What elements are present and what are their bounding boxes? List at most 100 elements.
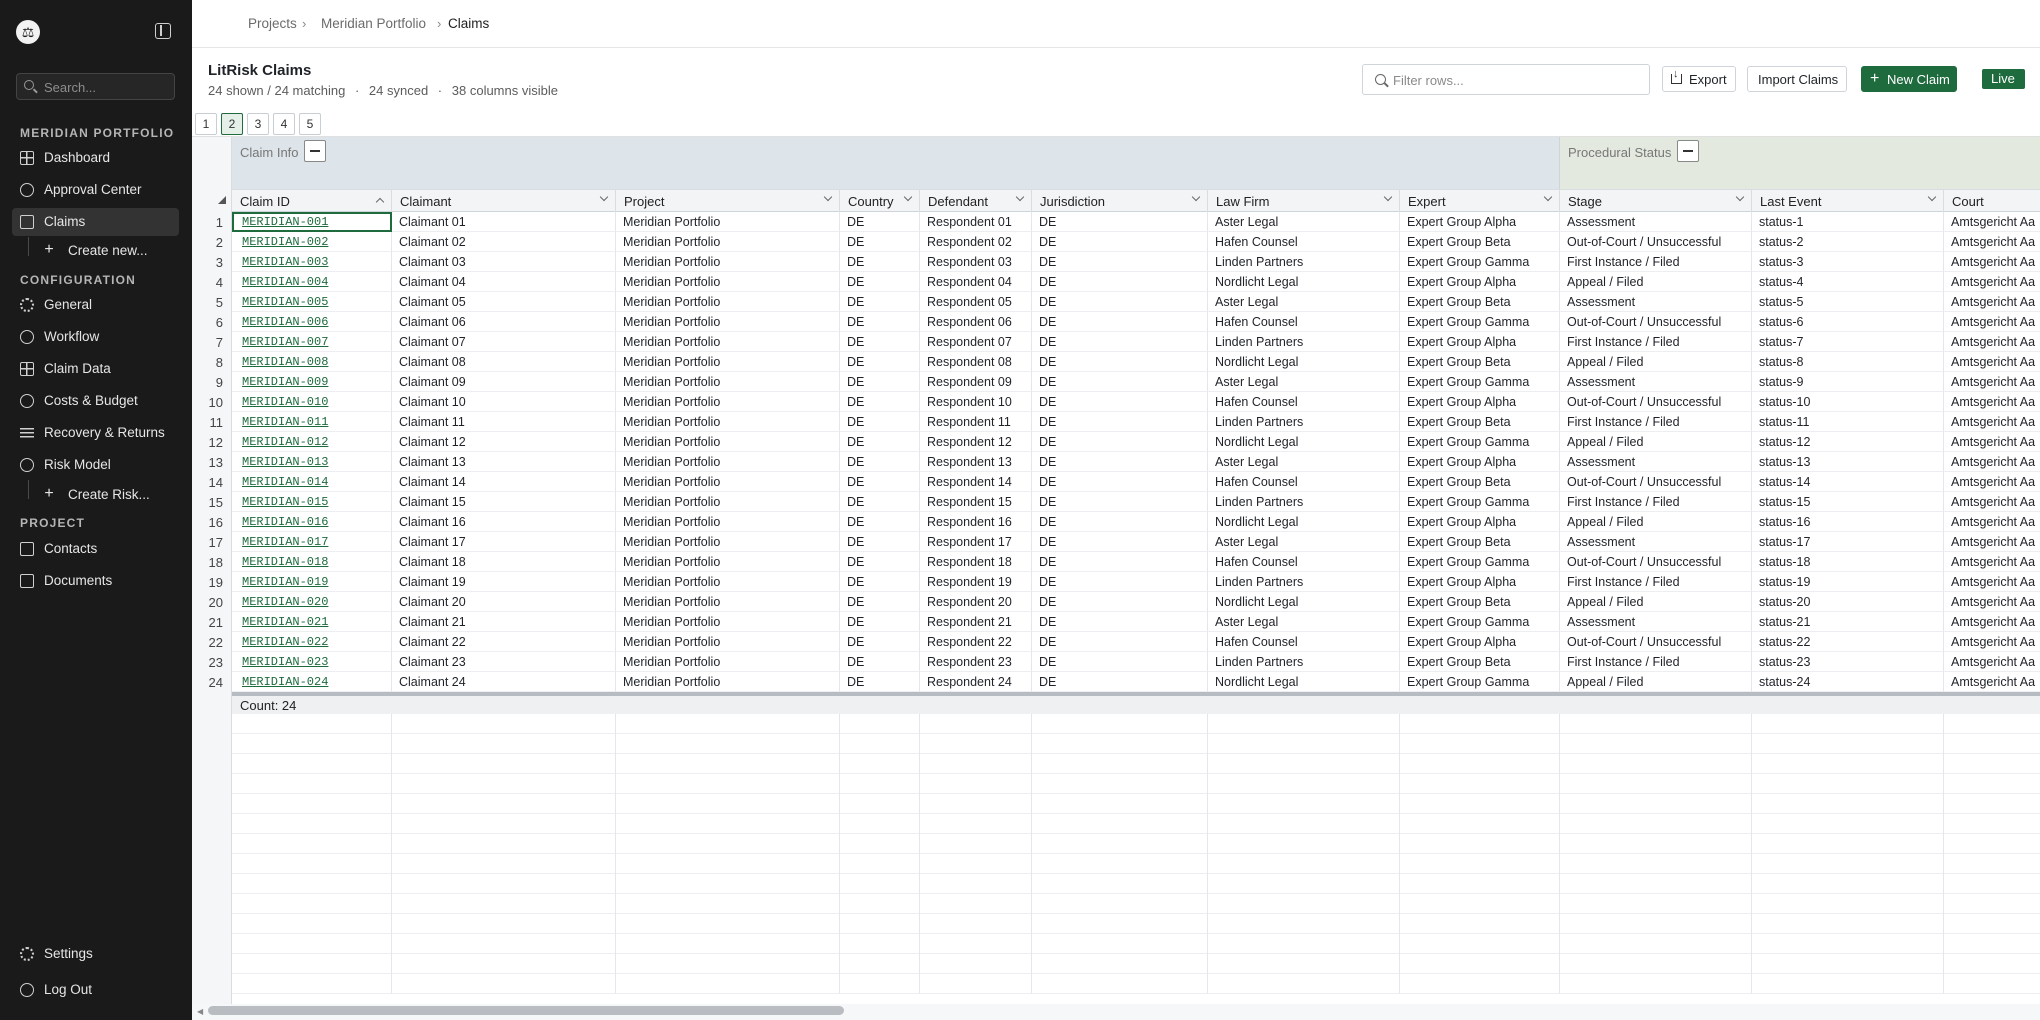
- cell-defendant[interactable]: Respondent 10: [920, 392, 1032, 412]
- cell-court[interactable]: Amtsgericht Aa: [1944, 252, 2040, 272]
- cell-country[interactable]: DE: [840, 392, 920, 412]
- page-button[interactable]: 3: [247, 113, 269, 135]
- cell-jurisdiction[interactable]: DE: [1032, 512, 1208, 532]
- sidebar-item-documents[interactable]: Documents: [12, 567, 179, 595]
- cell-country[interactable]: DE: [840, 672, 920, 692]
- cell-law-firm[interactable]: Linden Partners: [1208, 412, 1400, 432]
- cell-defendant[interactable]: Respondent 08: [920, 352, 1032, 372]
- cell-country[interactable]: DE: [840, 512, 920, 532]
- claim-id-link[interactable]: MERIDIAN-007: [232, 332, 392, 352]
- cell-last-event[interactable]: status-22: [1752, 632, 1944, 652]
- cell-court[interactable]: Amtsgericht Aa: [1944, 332, 2040, 352]
- cell-last-event[interactable]: status-12: [1752, 432, 1944, 452]
- cell-expert[interactable]: Expert Group Beta: [1400, 292, 1560, 312]
- cell-jurisdiction[interactable]: DE: [1032, 272, 1208, 292]
- cell-stage[interactable]: Out-of-Court / Unsuccessful: [1560, 472, 1752, 492]
- cell-jurisdiction[interactable]: DE: [1032, 412, 1208, 432]
- cell-defendant[interactable]: Respondent 20: [920, 592, 1032, 612]
- cell-country[interactable]: DE: [840, 592, 920, 612]
- cell-jurisdiction[interactable]: DE: [1032, 472, 1208, 492]
- cell-project[interactable]: Meridian Portfolio: [616, 492, 840, 512]
- claim-id-link[interactable]: MERIDIAN-013: [232, 452, 392, 472]
- column-menu-chevron-icon[interactable]: [1543, 192, 1553, 202]
- cell-defendant[interactable]: Respondent 07: [920, 332, 1032, 352]
- cell-jurisdiction[interactable]: DE: [1032, 212, 1208, 232]
- cell-court[interactable]: Amtsgericht Aa: [1944, 632, 2040, 652]
- cell-jurisdiction[interactable]: DE: [1032, 252, 1208, 272]
- claim-id-link[interactable]: MERIDIAN-003: [232, 252, 392, 272]
- cell-court[interactable]: Amtsgericht Aa: [1944, 212, 2040, 232]
- cell-stage[interactable]: Appeal / Filed: [1560, 592, 1752, 612]
- cell-country[interactable]: DE: [840, 432, 920, 452]
- table-row[interactable]: 23 MERIDIAN-023 Claimant 23 Meridian Portfo…: [192, 652, 2040, 672]
- cell-law-firm[interactable]: Hafen Counsel: [1208, 392, 1400, 412]
- cell-claimant[interactable]: Claimant 12: [392, 432, 616, 452]
- cell-stage[interactable]: Out-of-Court / Unsuccessful: [1560, 392, 1752, 412]
- cell-project[interactable]: Meridian Portfolio: [616, 412, 840, 432]
- claim-id-link[interactable]: MERIDIAN-001: [232, 212, 392, 232]
- page-button[interactable]: 5: [299, 113, 321, 135]
- cell-court[interactable]: Amtsgericht Aa: [1944, 612, 2040, 632]
- table-row[interactable]: 18 MERIDIAN-018 Claimant 18 Meridian Portfo…: [192, 552, 2040, 572]
- cell-expert[interactable]: Expert Group Alpha: [1400, 212, 1560, 232]
- cell-defendant[interactable]: Respondent 03: [920, 252, 1032, 272]
- cell-jurisdiction[interactable]: DE: [1032, 372, 1208, 392]
- column-menu-chevron-icon[interactable]: [1015, 192, 1025, 202]
- cell-expert[interactable]: Expert Group Alpha: [1400, 452, 1560, 472]
- cell-last-event[interactable]: status-5: [1752, 292, 1944, 312]
- cell-project[interactable]: Meridian Portfolio: [616, 212, 840, 232]
- scroll-left-icon[interactable]: ◀: [197, 1007, 203, 1016]
- collapse-group-button[interactable]: [1677, 140, 1699, 162]
- cell-claimant[interactable]: Claimant 18: [392, 552, 616, 572]
- collapse-group-button[interactable]: [304, 140, 326, 162]
- cell-expert[interactable]: Expert Group Beta: [1400, 472, 1560, 492]
- cell-expert[interactable]: Expert Group Gamma: [1400, 312, 1560, 332]
- table-row[interactable]: 16 MERIDIAN-016 Claimant 16 Meridian Portfo…: [192, 512, 2040, 532]
- cell-claimant[interactable]: Claimant 09: [392, 372, 616, 392]
- cell-claimant[interactable]: Claimant 02: [392, 232, 616, 252]
- cell-expert[interactable]: Expert Group Alpha: [1400, 272, 1560, 292]
- cell-project[interactable]: Meridian Portfolio: [616, 292, 840, 312]
- cell-claimant[interactable]: Claimant 20: [392, 592, 616, 612]
- column-header-jurisdiction[interactable]: Jurisdiction: [1032, 190, 1208, 212]
- cell-jurisdiction[interactable]: DE: [1032, 652, 1208, 672]
- claim-id-link[interactable]: MERIDIAN-020: [232, 592, 392, 612]
- cell-last-event[interactable]: status-14: [1752, 472, 1944, 492]
- cell-project[interactable]: Meridian Portfolio: [616, 632, 840, 652]
- cell-country[interactable]: DE: [840, 372, 920, 392]
- cell-law-firm[interactable]: Nordlicht Legal: [1208, 592, 1400, 612]
- cell-court[interactable]: Amtsgericht Aa: [1944, 452, 2040, 472]
- table-row[interactable]: 6 MERIDIAN-006 Claimant 06 Meridian Portfol…: [192, 312, 2040, 332]
- cell-stage[interactable]: Out-of-Court / Unsuccessful: [1560, 632, 1752, 652]
- claim-id-link[interactable]: MERIDIAN-002: [232, 232, 392, 252]
- claim-id-link[interactable]: MERIDIAN-006: [232, 312, 392, 332]
- cell-project[interactable]: Meridian Portfolio: [616, 352, 840, 372]
- cell-expert[interactable]: Expert Group Gamma: [1400, 492, 1560, 512]
- cell-last-event[interactable]: status-18: [1752, 552, 1944, 572]
- cell-country[interactable]: DE: [840, 452, 920, 472]
- sidebar-item-recovery-returns[interactable]: Recovery & Returns: [12, 419, 179, 447]
- sidebar-item-risk-model[interactable]: Risk Model: [12, 451, 179, 479]
- column-header-claim-id[interactable]: Claim ID: [232, 190, 392, 212]
- table-row[interactable]: 1 MERIDIAN-001 Claimant 01 Meridian Portfol…: [192, 212, 2040, 232]
- cell-last-event[interactable]: status-3: [1752, 252, 1944, 272]
- cell-defendant[interactable]: Respondent 12: [920, 432, 1032, 452]
- table-row[interactable]: 22 MERIDIAN-022 Claimant 22 Meridian Portfo…: [192, 632, 2040, 652]
- cell-defendant[interactable]: Respondent 14: [920, 472, 1032, 492]
- sidebar-item-approval-center[interactable]: Approval Center: [12, 176, 179, 204]
- claim-id-link[interactable]: MERIDIAN-017: [232, 532, 392, 552]
- cell-jurisdiction[interactable]: DE: [1032, 292, 1208, 312]
- table-row[interactable]: 9 MERIDIAN-009 Claimant 09 Meridian Portfol…: [192, 372, 2040, 392]
- cell-project[interactable]: Meridian Portfolio: [616, 272, 840, 292]
- cell-claimant[interactable]: Claimant 21: [392, 612, 616, 632]
- cell-project[interactable]: Meridian Portfolio: [616, 332, 840, 352]
- cell-law-firm[interactable]: Nordlicht Legal: [1208, 432, 1400, 452]
- cell-country[interactable]: DE: [840, 312, 920, 332]
- cell-claimant[interactable]: Claimant 17: [392, 532, 616, 552]
- cell-country[interactable]: DE: [840, 272, 920, 292]
- cell-project[interactable]: Meridian Portfolio: [616, 652, 840, 672]
- cell-law-firm[interactable]: Hafen Counsel: [1208, 312, 1400, 332]
- cell-defendant[interactable]: Respondent 05: [920, 292, 1032, 312]
- page-button[interactable]: 1: [195, 113, 217, 135]
- sidebar-item-costs-budget[interactable]: Costs & Budget: [12, 387, 179, 415]
